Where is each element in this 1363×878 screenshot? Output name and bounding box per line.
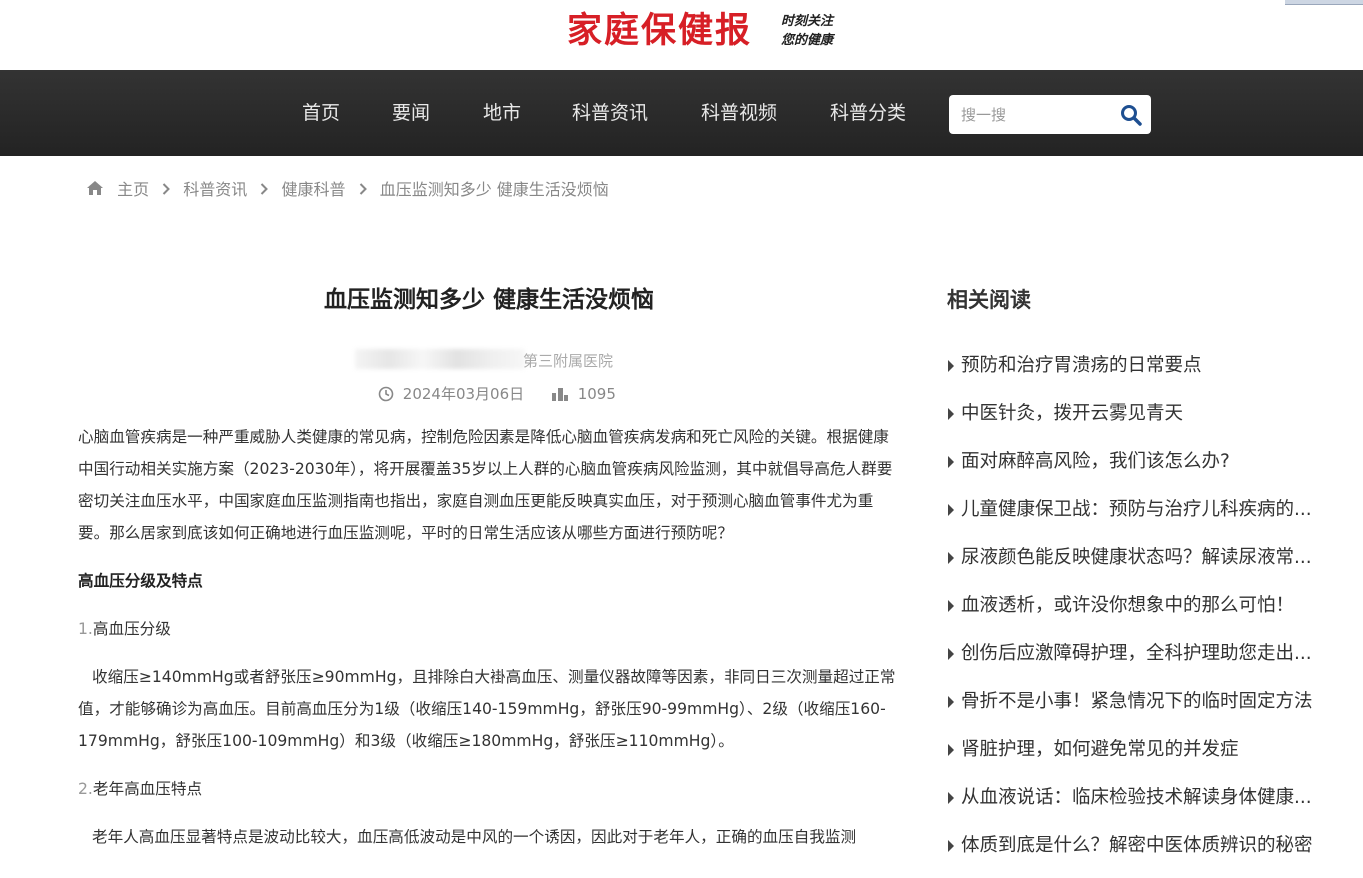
related-item[interactable]: 面对麻醉高风险，我们该怎么办?	[947, 446, 1330, 494]
search-box	[949, 95, 1151, 134]
home-icon	[87, 181, 103, 195]
article-meta: 2024年03月06日 1095	[378, 382, 616, 405]
breadcrumb-health-science[interactable]: 健康科普	[282, 176, 346, 200]
chevron-right-icon	[359, 179, 367, 198]
window-corner-decoration	[1285, 0, 1363, 5]
chevron-right-icon	[162, 179, 171, 198]
subsection-number: 1.	[78, 620, 93, 638]
author-redacted	[355, 349, 525, 369]
subsection-title: 1.高血压分级	[78, 613, 900, 645]
nav-item-science-video[interactable]: 科普视频	[701, 101, 777, 125]
search-icon	[1121, 105, 1142, 126]
article-author: 第三附属医院	[523, 352, 614, 370]
related-item[interactable]: 从血液说话：临床检验技术解读身体健康...	[947, 782, 1330, 830]
related-item[interactable]: 肾脏护理，如何避免常见的并发症	[947, 734, 1330, 782]
related-item[interactable]: 血液透析，或许没你想象中的那么可怕！	[947, 590, 1330, 638]
section-heading: 高血压分级及特点	[78, 572, 203, 590]
clock-icon	[378, 386, 394, 401]
related-item[interactable]: 中医针灸，拨开云雾见青天	[947, 398, 1330, 446]
related-item[interactable]: 儿童健康保卫战：预防与治疗儿科疾病的...	[947, 494, 1330, 542]
search-input[interactable]	[961, 104, 1111, 126]
article-paragraph: 老年人高血压显著特点是波动比较大，血压高低波动是中风的一个诱因，因此对于老年人，…	[92, 828, 857, 846]
nav-item-news[interactable]: 要闻	[392, 101, 430, 125]
main-nav: 首页 要闻 地市 科普资讯 科普视频 科普分类	[0, 70, 1363, 156]
subsection-title-text: 老年高血压特点	[92, 780, 203, 798]
search-button[interactable]	[1119, 103, 1143, 127]
article-title: 血压监测知多少 健康生活没烦恼	[323, 287, 654, 313]
article-intro: 心脑血管疾病是一种严重威胁人类健康的常见病，控制危险因素是降低心脑血管疾病发病和…	[78, 428, 893, 542]
site-slogan: 时刻关注 您的健康	[781, 12, 833, 50]
article-body: 心脑血管疾病是一种严重威胁人类健康的常见病，控制危险因素是降低心脑血管疾病发病和…	[78, 421, 900, 853]
breadcrumb-home[interactable]: 主页	[117, 176, 149, 200]
subsection-number: 2.	[78, 780, 93, 798]
chevron-right-icon	[260, 179, 269, 198]
site-header: 家庭保健报 时刻关注 您的健康	[0, 0, 1363, 70]
views-icon	[551, 387, 568, 401]
related-reading-title: 相关阅读	[947, 288, 1031, 312]
slogan-line-2: 您的健康	[781, 33, 834, 48]
site-logo-title[interactable]: 家庭保健报	[567, 9, 752, 53]
nav-item-home[interactable]: 首页	[302, 101, 340, 125]
article-views: 1095	[577, 384, 616, 403]
breadcrumb: 主页 科普资讯 健康科普 血压监测知多少 健康生活没烦恼	[86, 176, 609, 200]
subsection-title-text: 高血压分级	[92, 620, 171, 638]
related-item[interactable]: 创伤后应激障碍护理，全科护理助您走出...	[947, 638, 1330, 686]
subsection-title: 2.老年高血压特点	[78, 773, 900, 805]
breadcrumb-current: 血压监测知多少 健康生活没烦恼	[379, 180, 609, 199]
related-item[interactable]: 预防和治疗胃溃疡的日常要点	[947, 350, 1330, 398]
nav-item-local[interactable]: 地市	[483, 101, 521, 125]
slogan-line-1: 时刻关注	[781, 14, 834, 29]
related-item[interactable]: 骨折不是小事！紧急情况下的临时固定方法	[947, 686, 1330, 734]
related-item[interactable]: 体质到底是什么？解密中医体质辨识的秘密	[947, 830, 1330, 878]
nav-item-science-category[interactable]: 科普分类	[830, 101, 906, 125]
article-paragraph: 收缩压≥140mmHg或者舒张压≥90mmHg，且排除白大褂高血压、测量仪器故障…	[78, 668, 896, 750]
breadcrumb-science-info[interactable]: 科普资讯	[183, 176, 247, 200]
article-date: 2024年03月06日	[402, 384, 525, 403]
related-reading-list: 预防和治疗胃溃疡的日常要点 中医针灸，拨开云雾见青天 面对麻醉高风险，我们该怎么…	[947, 350, 1330, 878]
related-item[interactable]: 尿液颜色能反映健康状态吗？解读尿液常...	[947, 542, 1330, 590]
nav-item-science-info[interactable]: 科普资讯	[572, 101, 648, 125]
